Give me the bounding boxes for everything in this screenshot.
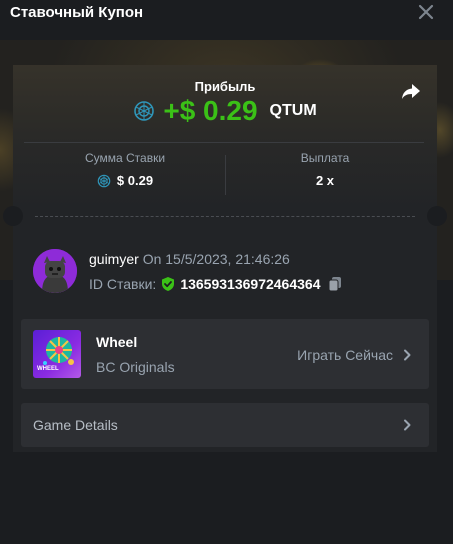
coupon-notch-left bbox=[3, 206, 23, 226]
bet-id-line: ID Ставки: 136593136972464364 bbox=[89, 275, 344, 293]
game-details-label: Game Details bbox=[33, 417, 118, 433]
modal-title: Ставочный Купон bbox=[10, 4, 144, 21]
chevron-right-icon[interactable] bbox=[401, 419, 413, 431]
username[interactable]: guimyer bbox=[89, 251, 139, 267]
bet-amount-row: $ 0.29 bbox=[25, 173, 225, 188]
payout-label: Выплата bbox=[300, 151, 350, 165]
game-card[interactable]: WHEEL Wheel BC Originals Играть Сейчас bbox=[21, 319, 429, 389]
game-thumb-label: WHEEL bbox=[37, 366, 59, 372]
close-icon[interactable] bbox=[414, 0, 438, 24]
bet-amount-value: $ 0.29 bbox=[116, 173, 154, 188]
payout-value: 2 x bbox=[315, 173, 335, 188]
game-name: Wheel bbox=[96, 334, 138, 350]
game-thumbnail: WHEEL bbox=[33, 330, 81, 378]
play-now-link[interactable]: Играть Сейчас bbox=[297, 347, 393, 363]
coupon-notch-right bbox=[427, 206, 447, 226]
modal-header: Ставочный Купон bbox=[0, 0, 453, 40]
bet-id-value: 136593136972464364 bbox=[180, 276, 321, 292]
shield-check-icon bbox=[162, 277, 175, 291]
chevron-right-icon[interactable] bbox=[401, 349, 413, 361]
copy-icon[interactable] bbox=[326, 275, 344, 293]
payout-stat: Выплата 2 x bbox=[225, 151, 425, 188]
bet-coupon: Прибыль +$ 0.29 QTUM Сумма Ставки $ 0.29 bbox=[3, 65, 447, 452]
avatar-character-icon bbox=[33, 249, 77, 293]
bet-user-line: guimyer On 15/5/2023, 21:46:26 bbox=[89, 251, 290, 267]
profit-amount: +$ 0.29 bbox=[163, 95, 258, 126]
bet-amount-label: Сумма Ставки bbox=[84, 151, 166, 165]
date-prefix: On bbox=[142, 251, 162, 267]
share-icon[interactable] bbox=[399, 79, 423, 103]
divider bbox=[24, 142, 424, 143]
profit-currency: QTUM bbox=[269, 102, 317, 119]
bet-amount-stat: Сумма Ставки $ 0.29 bbox=[25, 151, 225, 188]
game-provider: BC Originals bbox=[96, 359, 175, 375]
bet-datetime: 15/5/2023, 21:46:26 bbox=[165, 251, 290, 267]
qtum-coin-icon bbox=[97, 174, 111, 187]
avatar[interactable] bbox=[33, 249, 77, 293]
dashed-separator bbox=[35, 216, 415, 217]
game-details-row[interactable]: Game Details bbox=[21, 403, 429, 447]
profit-label: Прибыль bbox=[194, 79, 256, 94]
bet-id-label: ID Ставки: bbox=[89, 276, 157, 292]
qtum-coin-icon bbox=[134, 101, 155, 121]
profit-row: +$ 0.29 QTUM bbox=[13, 93, 437, 129]
